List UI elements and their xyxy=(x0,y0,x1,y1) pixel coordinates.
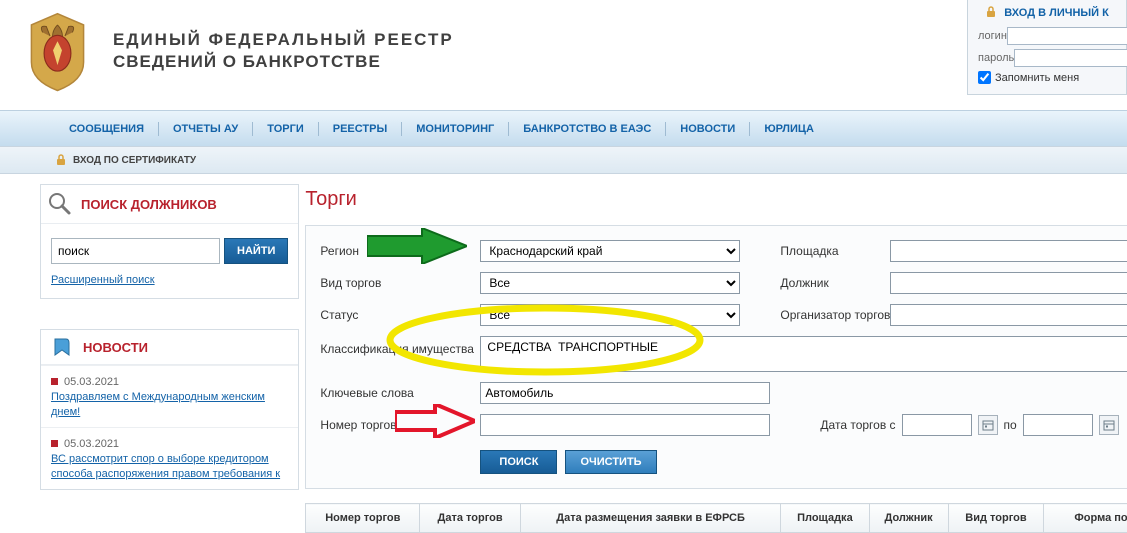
th-date[interactable]: Дата торгов xyxy=(420,504,521,533)
annotation-red-arrow xyxy=(395,404,475,438)
debtor-label: Должник xyxy=(780,276,890,290)
remember-label: Запомнить меня xyxy=(995,72,1079,84)
nav-monitoring[interactable]: МОНИТОРИНГ xyxy=(402,122,509,136)
cert-login-bar[interactable]: ВХОД ПО СЕРТИФИКАТУ xyxy=(0,146,1127,174)
region-select[interactable]: Краснодарский край xyxy=(480,240,740,262)
news-item: 05.03.2021 ВС рассмотрит спор о выборе к… xyxy=(41,427,298,489)
news-icon xyxy=(51,336,73,358)
lock-icon xyxy=(985,6,997,18)
password-label: пароль xyxy=(978,52,1014,64)
status-label: Статус xyxy=(320,308,480,322)
th-type[interactable]: Вид торгов xyxy=(948,504,1044,533)
annotation-green-arrow xyxy=(367,228,467,264)
th-form[interactable]: Форма по предложени цене xyxy=(1044,504,1127,533)
clear-button[interactable]: ОЧИСТИТЬ xyxy=(565,450,656,474)
site-header: ЕДИНЫЙ ФЕДЕРАЛЬНЫЙ РЕЕСТР СВЕДЕНИЙ О БАН… xyxy=(0,0,1127,110)
nav-eaes[interactable]: БАНКРОТСТВО В ЕАЭС xyxy=(509,122,666,136)
coat-of-arms-emblem xyxy=(20,10,95,92)
lock-icon xyxy=(55,154,67,166)
nav-companies[interactable]: ЮРЛИЦА xyxy=(750,122,828,136)
date-from-input[interactable] xyxy=(902,414,972,436)
auction-number-input[interactable] xyxy=(480,414,770,436)
th-number[interactable]: Номер торгов xyxy=(306,504,420,533)
date-to-input[interactable] xyxy=(1023,414,1093,436)
debtor-search-input[interactable] xyxy=(51,238,220,264)
site-title-line1: ЕДИНЫЙ ФЕДЕРАЛЬНЫЙ РЕЕСТР xyxy=(113,30,454,50)
status-select[interactable]: Все xyxy=(480,304,740,326)
remember-checkbox[interactable] xyxy=(978,71,991,84)
login-panel: ВХОД В ЛИЧНЫЙ К логин пароль Запомнить м… xyxy=(967,0,1127,95)
classification-label: Классификация имущества xyxy=(320,336,480,356)
organizer-input[interactable] xyxy=(890,304,1127,326)
news-item: 05.03.2021 Поздравляем с Международным ж… xyxy=(41,365,298,427)
type-label: Вид торгов xyxy=(320,276,480,290)
th-publish-date[interactable]: Дата размещения заявки в ЕФРСБ xyxy=(520,504,780,533)
page-title: Торги xyxy=(305,188,1127,211)
extended-search-link[interactable]: Расширенный поиск xyxy=(51,274,155,286)
keywords-label: Ключевые слова xyxy=(320,386,480,400)
calendar-icon xyxy=(982,419,994,431)
platform-input[interactable] xyxy=(890,240,1127,262)
debtor-search-block: ПОИСК ДОЛЖНИКОВ НАЙТИ Расширенный поиск xyxy=(40,184,299,299)
login-label: логин xyxy=(978,30,1007,42)
login-input[interactable] xyxy=(1007,27,1127,45)
site-title: ЕДИНЫЙ ФЕДЕРАЛЬНЫЙ РЕЕСТР СВЕДЕНИЙ О БАН… xyxy=(113,10,454,72)
auction-search-form: Регион Краснодарский край Площадка Вид т… xyxy=(305,225,1127,489)
cert-login-label: ВХОД ПО СЕРТИФИКАТУ xyxy=(73,155,196,166)
th-debtor[interactable]: Должник xyxy=(869,504,948,533)
nav-registries[interactable]: РЕЕСТРЫ xyxy=(319,122,403,136)
date-from-calendar-button[interactable] xyxy=(978,415,998,435)
news-block: НОВОСТИ 05.03.2021 Поздравляем с Междуна… xyxy=(40,329,299,490)
debtor-input[interactable] xyxy=(890,272,1127,294)
nav-messages[interactable]: СООБЩЕНИЯ xyxy=(55,122,159,136)
magnifier-icon xyxy=(47,191,73,217)
calendar-icon xyxy=(1103,419,1115,431)
debtor-search-button[interactable]: НАЙТИ xyxy=(224,238,288,264)
nav-auctions[interactable]: ТОРГИ xyxy=(253,122,318,136)
date-to-label: по xyxy=(1004,418,1017,432)
organizer-label: Организатор торгов xyxy=(780,308,890,322)
news-date: 05.03.2021 xyxy=(51,376,288,388)
debtor-search-heading: ПОИСК ДОЛЖНИКОВ xyxy=(81,197,217,212)
search-button[interactable]: ПОИСК xyxy=(480,450,557,474)
date-to-calendar-button[interactable] xyxy=(1099,415,1119,435)
news-link[interactable]: ВС рассмотрит спор о выборе кредитором с… xyxy=(51,452,288,483)
keywords-input[interactable] xyxy=(480,382,770,404)
news-date: 05.03.2021 xyxy=(51,438,288,450)
news-heading: НОВОСТИ xyxy=(83,340,148,355)
nav-reports[interactable]: ОТЧЕТЫ АУ xyxy=(159,122,253,136)
classification-textarea[interactable]: СРЕДСТВА ТРАНСПОРТНЫЕ xyxy=(480,336,1127,372)
password-input[interactable] xyxy=(1014,49,1127,67)
date-from-label: Дата торгов с xyxy=(820,418,895,432)
site-title-line2: СВЕДЕНИЙ О БАНКРОТСТВЕ xyxy=(113,52,454,72)
th-platform[interactable]: Площадка xyxy=(781,504,870,533)
main-nav: СООБЩЕНИЯ ОТЧЕТЫ АУ ТОРГИ РЕЕСТРЫ МОНИТО… xyxy=(0,110,1127,146)
news-link[interactable]: Поздравляем с Международным женским днем… xyxy=(51,390,288,421)
type-select[interactable]: Все xyxy=(480,272,740,294)
login-panel-title[interactable]: ВХОД В ЛИЧНЫЙ К xyxy=(978,6,1116,19)
platform-label: Площадка xyxy=(780,244,890,258)
nav-news[interactable]: НОВОСТИ xyxy=(666,122,750,136)
